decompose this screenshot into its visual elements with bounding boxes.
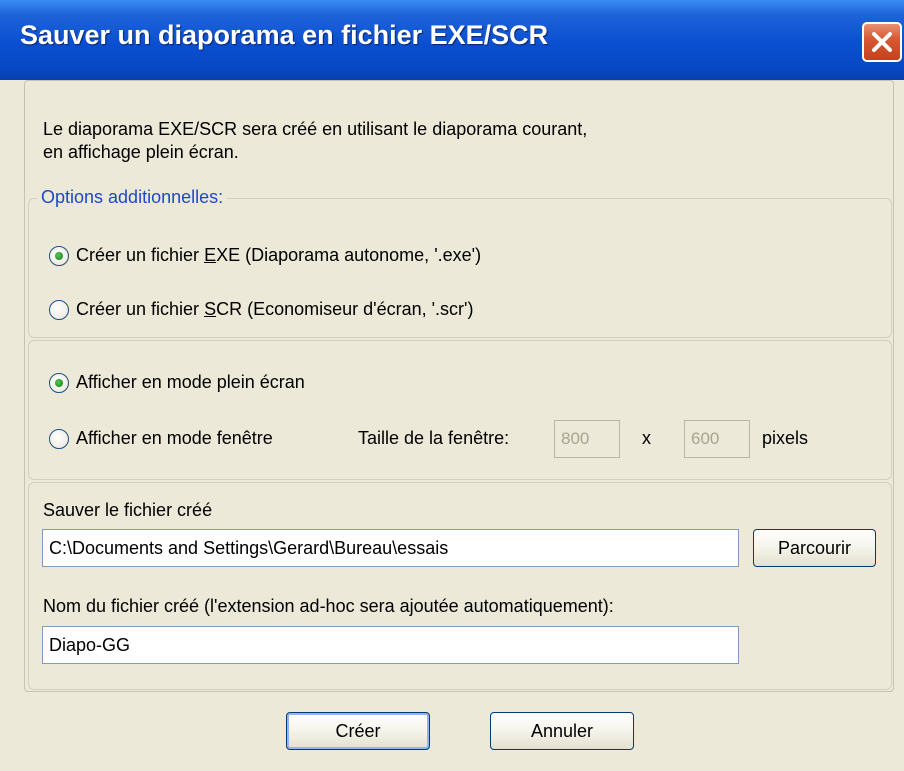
window-height-field[interactable]: 600 <box>684 420 750 458</box>
dialog-window: Sauver un diaporama en fichier EXE/SCR L… <box>0 0 904 771</box>
radio-exe[interactable] <box>49 246 69 266</box>
description-line-2: en affichage plein écran. <box>43 142 239 162</box>
radio-scr-label[interactable]: Créer un fichier SCR (Economiseur d'écra… <box>76 299 473 320</box>
save-path-label: Sauver le fichier créé <box>43 500 213 520</box>
file-name-input[interactable]: Diapo-GG <box>42 626 739 664</box>
radio-window[interactable] <box>49 429 69 449</box>
file-name-label: Nom du fichier créé (l'extension ad-hoc … <box>43 596 614 616</box>
size-times-sign: x <box>642 428 651 448</box>
close-button[interactable] <box>862 22 902 62</box>
title-bar[interactable]: Sauver un diaporama en fichier EXE/SCR <box>0 0 904 80</box>
description-line-1: Le diaporama EXE/SCR sera créé en utilis… <box>43 119 588 139</box>
cancel-button[interactable]: Annuler <box>490 712 634 750</box>
window-size-label: Taille de la fenêtre: <box>358 428 510 448</box>
save-path-input[interactable]: C:\Documents and Settings\Gerard\Bureau\… <box>42 529 739 567</box>
description-text: Le diaporama EXE/SCR sera créé en utilis… <box>43 118 587 164</box>
radio-fullscreen-label[interactable]: Afficher en mode plein écran <box>76 372 305 393</box>
create-button[interactable]: Créer <box>286 712 430 750</box>
radio-window-label[interactable]: Afficher en mode fenêtre <box>76 428 273 449</box>
radio-scr[interactable] <box>49 300 69 320</box>
browse-button[interactable]: Parcourir <box>753 529 876 567</box>
window-title: Sauver un diaporama en fichier EXE/SCR <box>20 20 549 50</box>
size-unit-label: pixels <box>762 428 809 448</box>
radio-fullscreen[interactable] <box>49 373 69 393</box>
options-legend: Options additionnelles: <box>37 187 228 208</box>
close-icon <box>872 32 892 52</box>
display-mode-groupbox <box>28 340 892 480</box>
radio-exe-label[interactable]: Créer un fichier EXE (Diaporama autonome… <box>76 245 481 266</box>
window-width-field[interactable]: 800 <box>554 420 620 458</box>
